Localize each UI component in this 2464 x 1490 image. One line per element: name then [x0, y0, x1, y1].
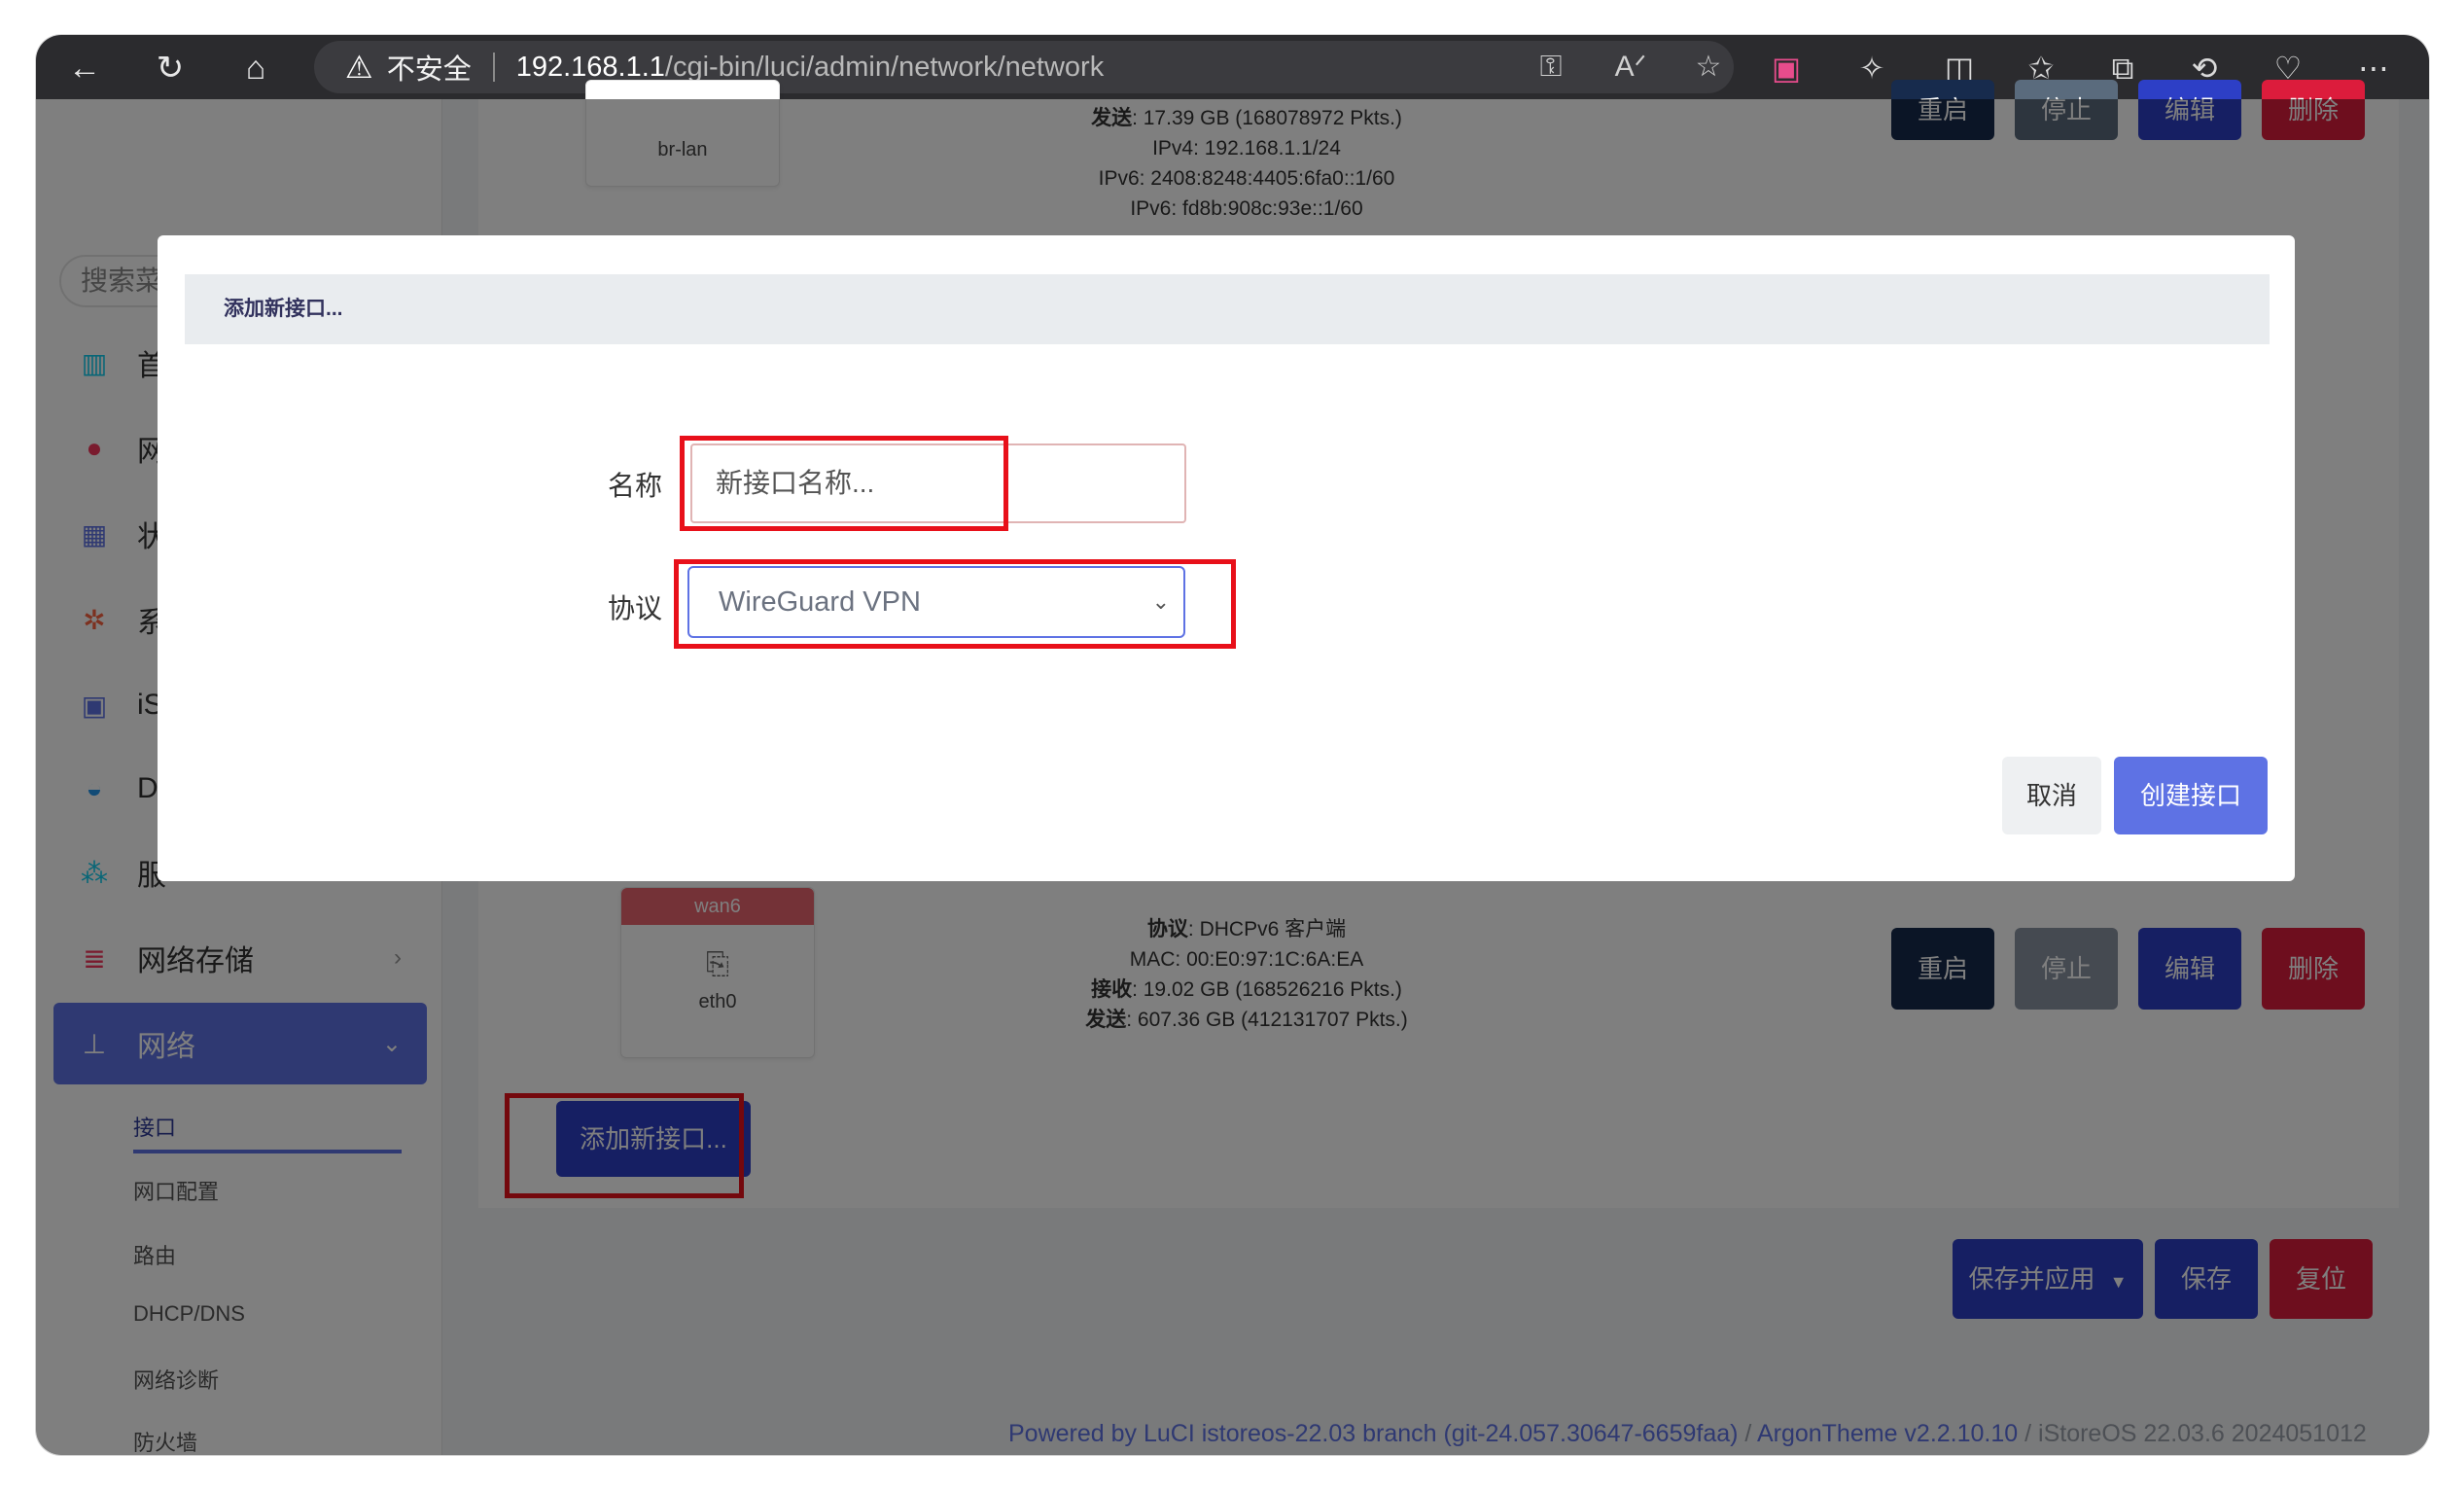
back-icon[interactable]: ←: [65, 49, 104, 88]
key-icon[interactable]: ⚿: [1531, 48, 1570, 87]
cancel-button[interactable]: 取消: [2002, 757, 2101, 834]
modal-title: 添加新接口...: [185, 274, 2270, 344]
add-interface-modal: 添加新接口... 名称 新接口名称... 协议 WireGuard VPN ⌄ …: [158, 235, 2295, 881]
name-field-label: 名称: [608, 471, 663, 501]
create-interface-button[interactable]: 创建接口: [2114, 757, 2268, 834]
reload-icon[interactable]: ↻: [151, 49, 190, 88]
address-bar[interactable]: ⚠ 不安全 192.168.1.1 /cgi-bin/luci/admin/ne…: [314, 41, 1734, 93]
home-icon[interactable]: ⌂: [236, 49, 275, 88]
extensions-icon[interactable]: ✧: [1850, 49, 1893, 88]
warning-icon: ⚠: [345, 50, 373, 85]
protocol-field-label: 协议: [608, 593, 663, 623]
url-host: 192.168.1.1: [515, 51, 665, 83]
address-separator: [492, 53, 495, 82]
highlight-name-input: [680, 436, 1008, 531]
insecure-label: 不安全: [386, 54, 472, 86]
browser-window: ← ↻ ⌂ ⚠ 不安全 192.168.1.1 /cgi-bin/luci/ad…: [36, 35, 2429, 1455]
read-aloud-icon[interactable]: Aᐟ: [1611, 48, 1650, 87]
highlight-protocol-select: [674, 559, 1236, 649]
translate-icon[interactable]: ▣: [1765, 49, 1808, 88]
favorite-star-icon[interactable]: ☆: [1689, 48, 1728, 87]
url-path: /cgi-bin/luci/admin/network/network: [664, 51, 1105, 83]
